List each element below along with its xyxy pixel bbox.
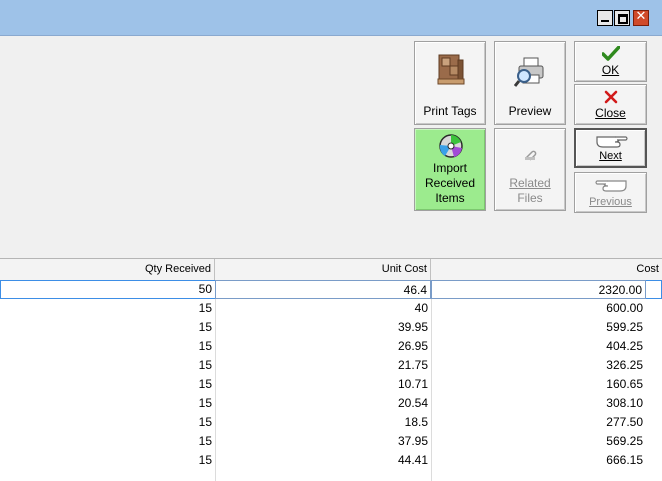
table-row[interactable]: 15 26.95 404.25 (0, 337, 662, 356)
cell-qty-received[interactable]: 15 (0, 451, 215, 470)
cell-qty-received[interactable]: 15 (0, 413, 215, 432)
cell-cost[interactable]: 600.00 (431, 299, 646, 318)
print-tags-label: Print Tags (423, 104, 477, 118)
title-bar: ✕ (0, 0, 662, 36)
cell-qty-received[interactable]: 15 (0, 318, 215, 337)
close-text: Close (595, 106, 626, 120)
next-label: Next (576, 149, 645, 164)
cell-unit-cost[interactable]: 21.75 (215, 356, 431, 375)
button-panel: Print Tags Preview OK Close Import Recei… (0, 36, 662, 258)
table-row[interactable]: 15 10.71 160.65 (0, 375, 662, 394)
minimize-icon (601, 20, 609, 22)
cell-qty-received[interactable]: 15 (0, 356, 215, 375)
cell-cost[interactable]: 326.25 (431, 356, 646, 375)
maximize-button[interactable] (614, 10, 630, 26)
cell-unit-cost[interactable]: 37.95 (215, 432, 431, 451)
cell-unit-cost[interactable]: 26.95 (215, 337, 431, 356)
close-icon: ✕ (635, 9, 647, 24)
table-row[interactable]: 15 18.5 277.50 (0, 413, 662, 432)
cell-cost[interactable]: 599.25 (431, 318, 646, 337)
attachment-icon (525, 150, 537, 161)
related-text: Related (509, 176, 551, 190)
cell-qty-received[interactable]: 50 (0, 280, 215, 299)
import-received-items-button[interactable]: Import Received Items (414, 128, 486, 211)
table-row[interactable]: 15 37.95 569.25 (0, 432, 662, 451)
cell-qty-received[interactable]: 15 (0, 432, 215, 451)
close-button[interactable]: Close (574, 84, 647, 125)
disc-icon (439, 134, 463, 158)
cell-qty-received[interactable]: 15 (0, 375, 215, 394)
cell-unit-cost[interactable]: 18.5 (215, 413, 431, 432)
cell-cost[interactable]: 277.50 (431, 413, 646, 432)
cell-qty-received[interactable]: 15 (0, 299, 215, 318)
minimize-button[interactable] (597, 10, 613, 26)
next-text: Next (599, 150, 622, 162)
related-label-line2: Files (517, 191, 543, 205)
printer-preview-icon (514, 57, 544, 87)
cell-unit-cost[interactable]: 20.54 (215, 394, 431, 413)
table-row[interactable]: 15 39.95 599.25 (0, 318, 662, 337)
cell-cost[interactable]: 666.15 (431, 451, 646, 470)
hand-right-icon (596, 136, 628, 148)
cell-unit-cost[interactable]: 44.41 (215, 451, 431, 470)
ok-button[interactable]: OK (574, 41, 647, 82)
previous-label: Previous (575, 195, 646, 210)
cell-cost[interactable]: 160.65 (431, 375, 646, 394)
table-row[interactable]: 15 44.41 666.15 (0, 451, 662, 470)
import-label: Import Received Items (415, 161, 485, 206)
cell-cost[interactable]: 404.25 (431, 337, 646, 356)
related-label-line1: Related (509, 176, 550, 190)
cell-unit-cost[interactable]: 46.4 (215, 280, 431, 299)
close-label: Close (575, 106, 646, 121)
column-header-cost[interactable]: Cost (431, 259, 662, 280)
preview-button[interactable]: Preview (494, 41, 566, 125)
column-header-qty-received[interactable]: Qty Received (0, 259, 215, 280)
table-row[interactable]: 50 46.4 2320.00 (0, 280, 662, 299)
related-files-button[interactable]: Related Files (494, 128, 566, 211)
previous-text: Previous (589, 196, 632, 208)
import-label-line3: Items (435, 191, 465, 205)
maximize-icon (618, 14, 628, 24)
checkmark-icon (602, 46, 620, 61)
preview-label: Preview (508, 104, 552, 118)
table-row[interactable]: 15 21.75 326.25 (0, 356, 662, 375)
window-close-button[interactable]: ✕ (633, 9, 649, 26)
table-row[interactable]: 15 40 600.00 (0, 299, 662, 318)
import-label-line2: Received (424, 176, 476, 190)
cell-qty-received[interactable]: 15 (0, 394, 215, 413)
related-files-label: Related Files (495, 176, 565, 206)
hand-left-icon (595, 180, 627, 192)
previous-button[interactable]: Previous (574, 172, 647, 213)
next-button[interactable]: Next (574, 128, 647, 168)
ok-label: OK (575, 63, 646, 78)
x-icon (604, 90, 618, 104)
cell-unit-cost[interactable]: 39.95 (215, 318, 431, 337)
column-header-unit-cost[interactable]: Unit Cost (215, 259, 431, 280)
cell-cost[interactable]: 569.25 (431, 432, 646, 451)
ok-text: OK (601, 63, 620, 77)
cell-cost[interactable]: 308.10 (431, 394, 646, 413)
grid-header: Qty Received Unit Cost Cost (0, 258, 662, 281)
table-row[interactable]: 15 20.54 308.10 (0, 394, 662, 413)
boxes-icon (437, 54, 465, 85)
import-label-line1: Import (432, 161, 467, 175)
cell-cost[interactable]: 2320.00 (431, 280, 646, 299)
print-tags-button[interactable]: Print Tags (414, 41, 486, 125)
cell-unit-cost[interactable]: 40 (215, 299, 431, 318)
cell-qty-received[interactable]: 15 (0, 337, 215, 356)
cell-unit-cost[interactable]: 10.71 (215, 375, 431, 394)
